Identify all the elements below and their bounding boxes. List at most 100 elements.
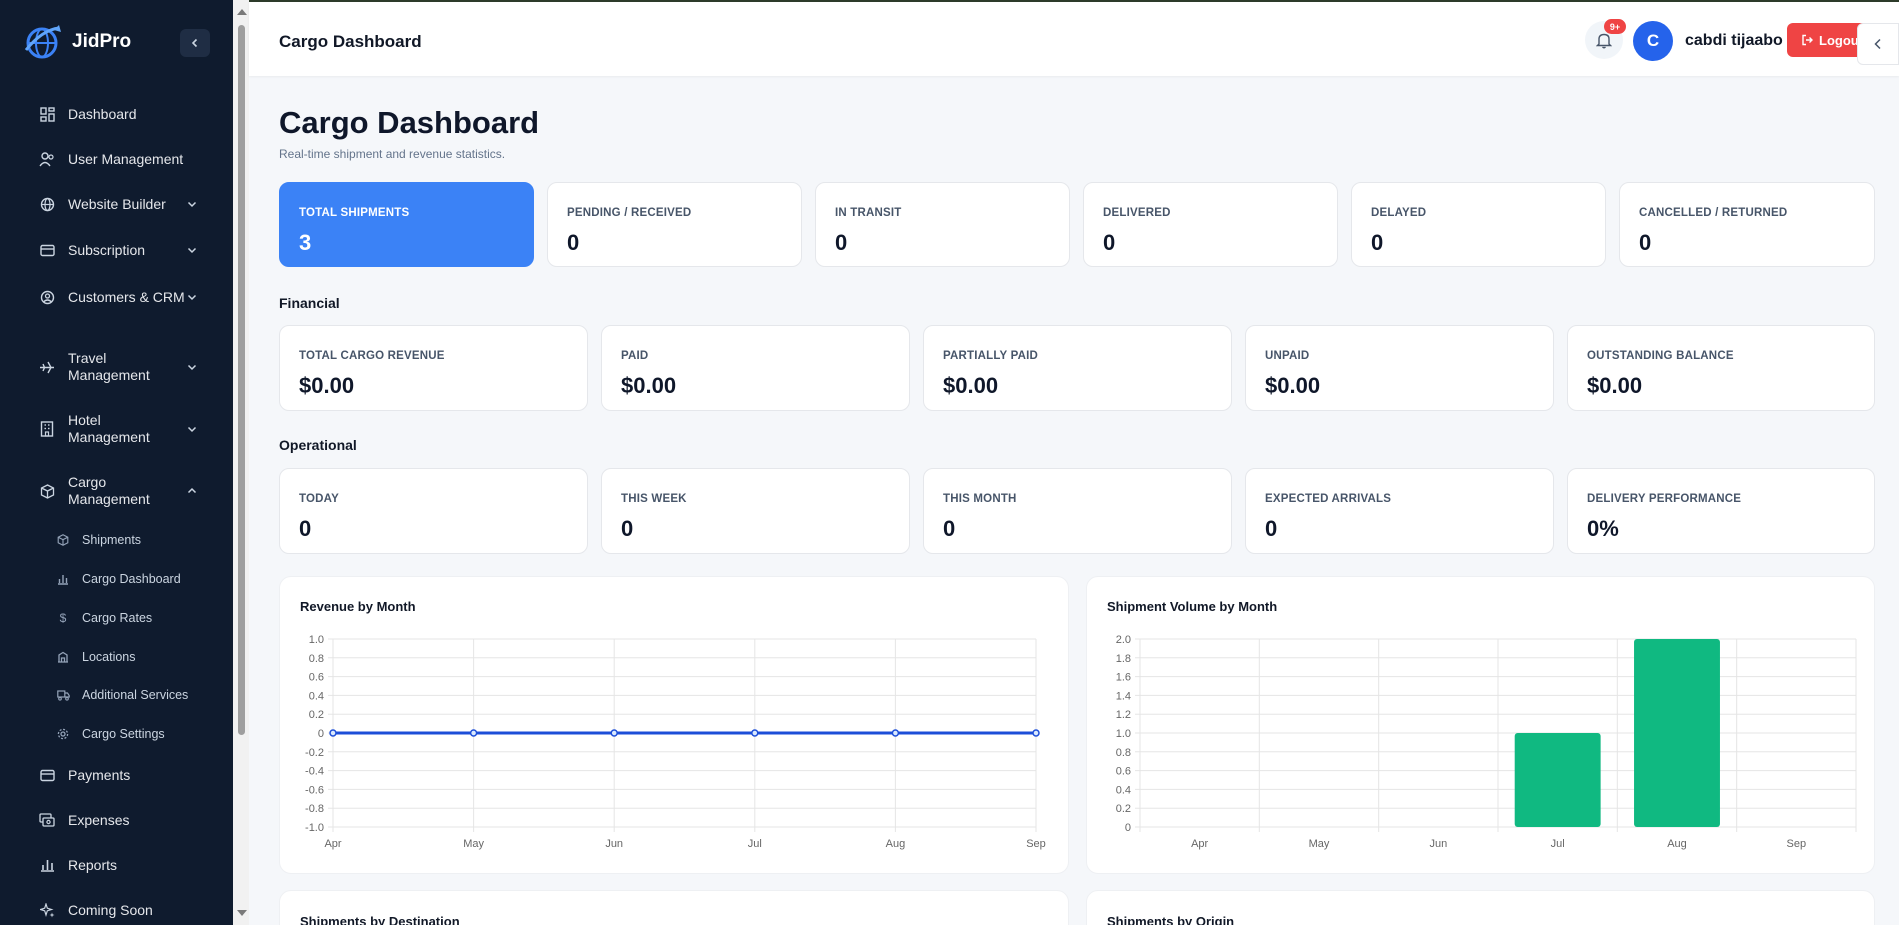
sidebar-subitem-cargo-rates[interactable]: $ Cargo Rates (56, 611, 153, 625)
sidebar-subitem-cargo-dashboard[interactable]: Cargo Dashboard (56, 572, 181, 586)
revenue-point (469, 729, 478, 737)
wallet-icon (38, 766, 56, 784)
x-tick-label: Jul (748, 838, 762, 850)
sidebar-item-hotel-management[interactable]: Hotel Management (38, 412, 198, 446)
y-tick-label: 0 (318, 728, 324, 740)
y-tick-label: 1.6 (1116, 672, 1131, 684)
building-icon (38, 420, 56, 438)
building-icon (56, 650, 70, 664)
shipments-by-origin-title: Shipments by Origin (1107, 914, 1235, 925)
sidebar-item-coming-soon[interactable]: Coming Soon (38, 901, 198, 919)
y-tick-label: 1.2 (1116, 709, 1131, 721)
operational-card-today[interactable]: TODAY 0 (279, 468, 588, 554)
shipments-by-origin-card: Shipments by Origin (1086, 890, 1875, 925)
page-subtitle: Real-time shipment and revenue statistic… (279, 147, 506, 161)
operational-card-this-week[interactable]: THIS WEEK 0 (601, 468, 910, 554)
bar-jul (1514, 733, 1601, 827)
stat-card-in-transit[interactable]: IN TRANSIT 0 (815, 182, 1070, 267)
scroll-up-arrow-icon[interactable] (237, 9, 247, 15)
chevron-left-icon (191, 38, 198, 48)
chevron-down-icon (187, 364, 197, 371)
sidebar-item-reports[interactable]: Reports (38, 856, 198, 874)
bar-chart-icon (38, 856, 56, 874)
chevron-down-icon (187, 201, 197, 208)
financial-card-unpaid[interactable]: UNPAID $0.00 (1245, 325, 1554, 411)
y-tick-label: 1.8 (1116, 653, 1131, 665)
y-tick-label: 0.6 (309, 672, 324, 684)
x-tick-label: May (1309, 838, 1330, 850)
sidebar-collapse-button[interactable] (180, 29, 210, 57)
stat-card-pending-received[interactable]: PENDING / RECEIVED 0 (547, 182, 802, 267)
money-icon (38, 811, 56, 829)
y-tick-label: -1.0 (305, 822, 324, 834)
plane-icon (38, 358, 56, 376)
section-title-financial: Financial (279, 295, 340, 311)
chevron-up-icon (187, 487, 197, 494)
sidebar-item-cargo-management[interactable]: Cargo Management (38, 474, 198, 508)
top-header: Cargo Dashboard 9+ C cabdi tijaabo Logou… (249, 0, 1899, 76)
avatar[interactable]: C (1633, 21, 1673, 61)
dollar-icon: $ (59, 611, 67, 625)
operational-card-expected-arrivals[interactable]: EXPECTED ARRIVALS 0 (1245, 468, 1554, 554)
operational-card-this-month[interactable]: THIS MONTH 0 (923, 468, 1232, 554)
page-title: Cargo Dashboard (279, 105, 540, 140)
shipment-volume-bar-chart: 2.0 1.8 1.6 1.4 1.2 1.0 0.8 0.6 0.4 0.2 0 Apr May Jun… (1116, 634, 1857, 850)
box-icon (56, 533, 70, 547)
sidebar-item-website-builder[interactable]: Website Builder (38, 195, 198, 213)
y-tick-label: 0 (1125, 822, 1131, 834)
bell-icon (1596, 33, 1612, 48)
financial-card-outstanding-balance[interactable]: OUTSTANDING BALANCE $0.00 (1567, 325, 1875, 411)
stat-card-delivered[interactable]: DELIVERED 0 (1083, 182, 1338, 267)
x-tick-label: Apr (324, 838, 341, 850)
right-panel-toggle-button[interactable] (1857, 23, 1899, 65)
sidebar-subitem-locations[interactable]: Locations (56, 650, 136, 664)
financial-card-paid[interactable]: PAID $0.00 (601, 325, 910, 411)
y-tick-label: -0.6 (305, 784, 324, 796)
revenue-point (751, 729, 759, 737)
sidebar-item-user-management[interactable]: User Management (38, 150, 198, 168)
sidebar-item-expenses[interactable]: Expenses (38, 811, 198, 829)
scrollbar-thumb[interactable] (238, 25, 245, 735)
operational-card-delivery-performance[interactable]: DELIVERY PERFORMANCE 0% (1567, 468, 1875, 554)
sidebar-item-payments[interactable]: Payments (38, 766, 198, 784)
chevron-left-icon (1874, 38, 1881, 50)
y-tick-label: 0.8 (1116, 747, 1131, 759)
globe-icon (38, 195, 56, 213)
financial-card-partially-paid[interactable]: PARTIALLY PAID $0.00 (923, 325, 1232, 411)
y-tick-label: -0.8 (305, 803, 324, 815)
x-tick-label: Apr (1191, 838, 1208, 850)
y-tick-label: 1.0 (309, 634, 324, 646)
y-tick-label: -0.2 (305, 747, 324, 759)
stat-card-delayed[interactable]: DELAYED 0 (1351, 182, 1606, 267)
stat-card-cancelled-returned[interactable]: CANCELLED / RETURNED 0 (1619, 182, 1875, 267)
user-circle-icon (38, 288, 56, 306)
sidebar-item-subscription[interactable]: Subscription (38, 241, 198, 259)
sidebar-subitem-additional-services[interactable]: Additional Services (56, 688, 188, 702)
sidebar: JidPro Dashboard User Management Website… (0, 0, 233, 925)
box-icon (38, 482, 56, 500)
scroll-down-arrow-icon[interactable] (237, 910, 247, 916)
y-tick-label: 1.4 (1116, 690, 1131, 702)
x-tick-label: Jun (605, 838, 623, 850)
chevron-down-icon (187, 247, 197, 254)
x-tick-label: Aug (886, 838, 906, 850)
sidebar-item-dashboard[interactable]: Dashboard (38, 105, 198, 123)
y-tick-label: 0.2 (1116, 803, 1131, 815)
logout-icon (1802, 34, 1813, 46)
x-tick-label: Jun (1429, 838, 1447, 850)
brand[interactable]: JidPro (22, 22, 131, 62)
stat-card-total-shipments[interactable]: TOTAL SHIPMENTS 3 (279, 182, 534, 267)
sidebar-item-travel-management[interactable]: Travel Management (38, 350, 198, 384)
financial-card-total-revenue[interactable]: TOTAL CARGO REVENUE $0.00 (279, 325, 588, 411)
chevron-down-icon (187, 426, 197, 433)
revenue-point (329, 729, 337, 737)
y-tick-label: 0.4 (1116, 784, 1131, 796)
sidebar-scrollbar[interactable] (233, 0, 249, 925)
revenue-line-chart: 1.0 0.8 0.6 0.4 0.2 0 -0.2 -0.4 -0.6 -0.8 -1.0Apr M… (305, 634, 1046, 850)
sparkle-icon (38, 901, 56, 919)
x-tick-label: Sep (1026, 838, 1046, 850)
sidebar-subitem-shipments[interactable]: Shipments (56, 533, 141, 547)
sidebar-subitem-cargo-settings[interactable]: Cargo Settings (56, 727, 165, 741)
username[interactable]: cabdi tijaabo (1685, 32, 1783, 50)
sidebar-item-customers-crm[interactable]: Customers & CRM (38, 288, 198, 306)
